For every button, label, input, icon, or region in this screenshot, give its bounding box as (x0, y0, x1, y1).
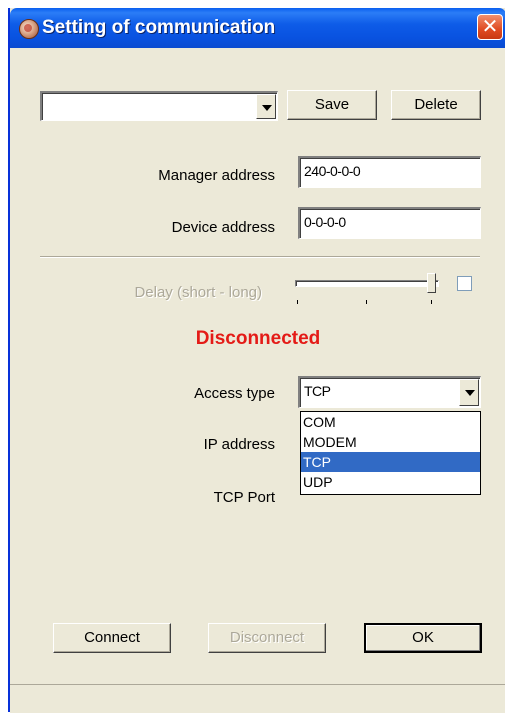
slider-tick (297, 300, 298, 304)
window-title: Setting of communication (42, 17, 276, 38)
status-bar (10, 684, 505, 713)
option-udp[interactable]: UDP (301, 472, 480, 492)
connection-status: Disconnected (195, 328, 321, 349)
access-type-label: Access type (194, 385, 275, 402)
close-button[interactable]: ✕ (477, 14, 503, 40)
chevron-down-icon[interactable] (459, 379, 479, 406)
device-address-value: 0-0-0-0 (304, 214, 346, 230)
separator (40, 256, 480, 258)
access-type-value: TCP (304, 383, 331, 399)
disconnect-button[interactable]: Disconnect (208, 623, 326, 653)
delay-checkbox[interactable] (457, 276, 472, 291)
tcp-port-label: TCP Port (213, 489, 275, 506)
device-address-label: Device address (171, 219, 275, 236)
profile-dropdown[interactable] (40, 91, 278, 121)
manager-address-label: Manager address (158, 167, 275, 184)
manager-address-input[interactable]: 240-0-0-0 (298, 156, 481, 188)
ok-button[interactable]: OK (364, 623, 482, 653)
save-button[interactable]: Save (287, 90, 377, 120)
chevron-down-icon[interactable] (256, 94, 276, 119)
slider-tick (431, 300, 432, 304)
communication-settings-window: Setting of communication ✕ Save Delete M… (8, 8, 505, 713)
connect-button[interactable]: Connect (53, 623, 171, 653)
access-type-options[interactable]: COM MODEM TCP UDP (300, 411, 481, 495)
title-bar[interactable]: Setting of communication ✕ (10, 8, 505, 48)
option-tcp[interactable]: TCP (301, 452, 480, 472)
manager-address-value: 240-0-0-0 (304, 163, 361, 179)
delete-button[interactable]: Delete (391, 90, 481, 120)
ip-address-label: IP address (203, 436, 275, 453)
delay-slider-track[interactable] (295, 280, 439, 287)
access-type-dropdown[interactable]: TCP (298, 376, 481, 408)
app-icon[interactable] (19, 19, 39, 39)
option-com[interactable]: COM (301, 412, 480, 432)
device-address-input[interactable]: 0-0-0-0 (298, 207, 481, 239)
delay-label: Delay (short - long) (134, 284, 262, 301)
option-modem[interactable]: MODEM (301, 432, 480, 452)
delay-slider-thumb[interactable] (427, 273, 436, 293)
slider-tick (366, 300, 367, 304)
